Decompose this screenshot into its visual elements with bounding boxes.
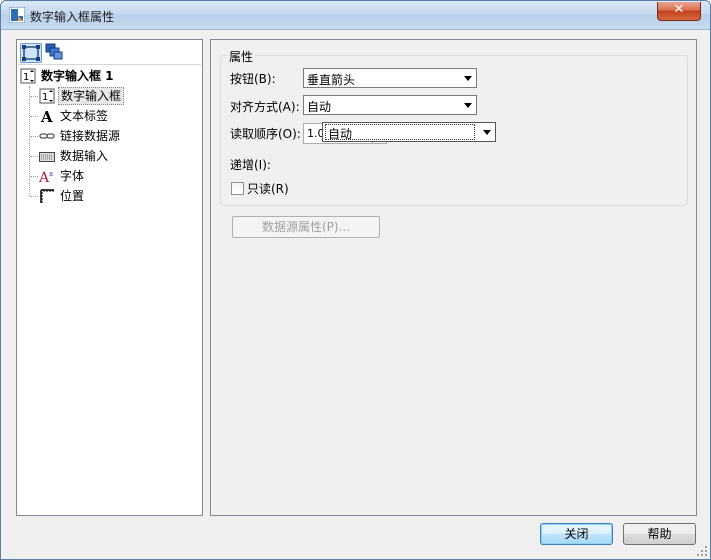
help-button[interactable]: 帮助 xyxy=(623,523,696,545)
layers-button[interactable] xyxy=(44,43,66,63)
window-title: 数字输入框属性 xyxy=(30,10,115,24)
numeric-spinner-icon: 1 xyxy=(39,88,55,104)
title-bar[interactable]: 数字输入框属性 ✕ xyxy=(1,1,710,30)
read-order-label: 读取顺序(O): xyxy=(230,127,301,141)
tree-view-icon xyxy=(22,45,40,61)
readonly-label[interactable]: 只读(R) xyxy=(247,180,289,197)
close-button[interactable]: 关闭 xyxy=(540,523,613,545)
increment-label: 递增(I): xyxy=(230,158,271,172)
numeric-spinner-icon: 1 xyxy=(20,68,36,84)
text-label-icon: A xyxy=(40,108,53,124)
tree-item-label: 文本标签 xyxy=(60,109,109,123)
tree-item-label: 字体 xyxy=(60,169,85,183)
dialog-window: 数字输入框属性 ✕ 1 数字输入框 1 1 数字输入框 A 文本标签 链接数据源… xyxy=(0,0,711,560)
window-close-button[interactable]: ✕ xyxy=(657,2,701,21)
readonly-checkbox[interactable] xyxy=(231,182,244,195)
tree-item-label: 位置 xyxy=(60,189,85,203)
tree-item-label: 数字输入框 xyxy=(58,87,125,105)
align-select[interactable]: 自动 xyxy=(303,95,477,115)
tree-view-button[interactable] xyxy=(20,43,42,63)
layers-icon xyxy=(45,43,63,60)
link-icon xyxy=(39,133,55,139)
tree-toolbar xyxy=(18,41,201,65)
chevron-down-icon xyxy=(464,76,472,81)
keyboard-icon xyxy=(39,152,55,162)
button-style-value: 垂直箭头 xyxy=(307,73,356,87)
app-icon xyxy=(9,7,25,23)
align-field-label: 对齐方式(A): xyxy=(230,100,300,114)
tree-item-label: 数据输入 xyxy=(60,149,109,163)
font-icon: A a xyxy=(39,170,53,184)
svg-text:A: A xyxy=(40,108,53,124)
tree-root-label: 数字输入框 1 xyxy=(41,69,114,83)
position-icon xyxy=(40,189,54,203)
read-order-value: 自动 xyxy=(325,124,475,141)
svg-text:1: 1 xyxy=(23,72,29,83)
svg-text:1: 1 xyxy=(42,92,48,103)
align-value: 自动 xyxy=(307,100,332,114)
resize-grip-icon[interactable] xyxy=(696,545,708,557)
button-field-label: 按钮(B): xyxy=(230,72,276,86)
chevron-down-icon xyxy=(483,130,491,135)
svg-text:a: a xyxy=(49,170,53,178)
button-style-select[interactable]: 垂直箭头 xyxy=(303,68,477,88)
property-tree: 1 数字输入框 1 1 数字输入框 A 文本标签 链接数据源 数据输入 A a … xyxy=(16,39,203,516)
group-title: 属性 xyxy=(227,48,256,65)
read-order-select[interactable]: 自动 xyxy=(322,122,496,142)
tree-item-label: 链接数据源 xyxy=(60,129,121,143)
datasource-properties-button[interactable]: 数据源属性(P)... xyxy=(232,216,380,238)
chevron-down-icon xyxy=(464,103,472,108)
